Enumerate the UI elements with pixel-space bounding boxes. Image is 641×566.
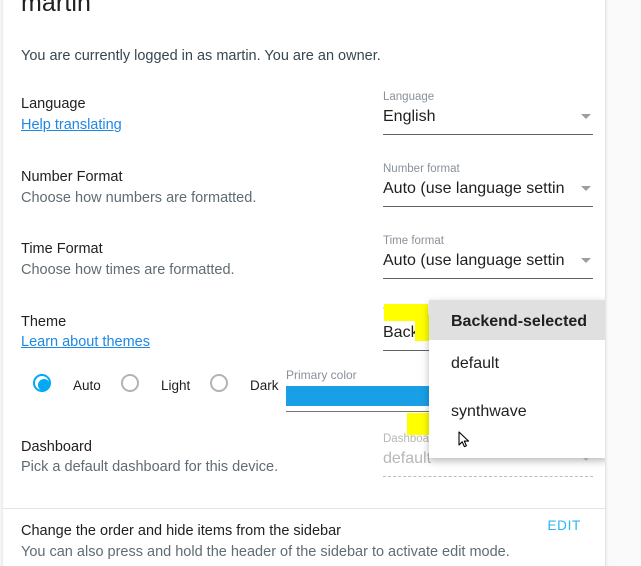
section-divider [3,508,605,509]
language-label: Language [21,96,86,112]
field-underline [383,278,593,279]
field-underline [383,134,593,135]
radio-auto[interactable] [33,374,55,396]
help-translating-link[interactable]: Help translating [21,116,122,135]
time-format-description: Choose how times are formatted. [21,262,235,278]
time-format-select-label: Time format [383,235,444,247]
chevron-down-icon [581,186,591,191]
time-format-select-value: Auto (use language settin [383,252,565,269]
sidebar-order-title: Change the order and hide items from the… [21,523,341,539]
theme-select-label: Theme [383,307,419,319]
field-underline [383,206,593,207]
page-title: martin [21,0,92,17]
mouse-cursor-icon [458,431,470,448]
edit-button[interactable]: EDIT [547,518,581,533]
radio-label-light[interactable]: Light [161,377,190,394]
language-select-label: Language [383,91,435,103]
chevron-down-icon [581,114,591,119]
time-format-label: Time Format [21,241,103,257]
radio-dark[interactable] [210,374,232,396]
number-format-select-value: Auto (use language settin [383,180,565,197]
menu-item-backend-selected[interactable]: Backend-selected [429,300,605,340]
dashboard-description: Pick a default dashboard for this device… [21,459,279,475]
menu-item-default[interactable]: default [429,340,605,388]
radio-label-auto[interactable]: Auto [73,377,101,394]
primary-color-swatch[interactable] [286,386,444,406]
radio-label-dark[interactable]: Dark [250,377,279,394]
dashboard-select-label: Dashboa [383,433,430,445]
theme-label: Theme [21,314,67,330]
field-underline [286,411,444,412]
radio-dot-icon [38,379,50,391]
radio-light[interactable] [121,374,143,396]
number-format-label: Number Format [21,169,123,185]
login-status-text: You are currently logged in as martin. Y… [21,48,381,64]
radio-ring-icon [210,374,228,392]
number-format-select-label: Number format [383,163,460,175]
menu-item-synthwave[interactable]: synthwave [429,388,605,436]
language-select-value: English [383,108,436,125]
user-profile-card: martin You are currently logged in as ma… [2,0,606,566]
dashboard-label: Dashboard [21,439,92,455]
chevron-down-icon [581,258,591,263]
radio-ring-icon [121,374,139,392]
learn-about-themes-link[interactable]: Learn about themes [21,333,150,352]
field-underline [383,476,593,477]
theme-dropdown-menu[interactable]: Backend-selected default synthwave [429,300,605,458]
primary-color-label: Primary color [286,368,357,382]
number-format-description: Choose how numbers are formatted. [21,190,257,206]
